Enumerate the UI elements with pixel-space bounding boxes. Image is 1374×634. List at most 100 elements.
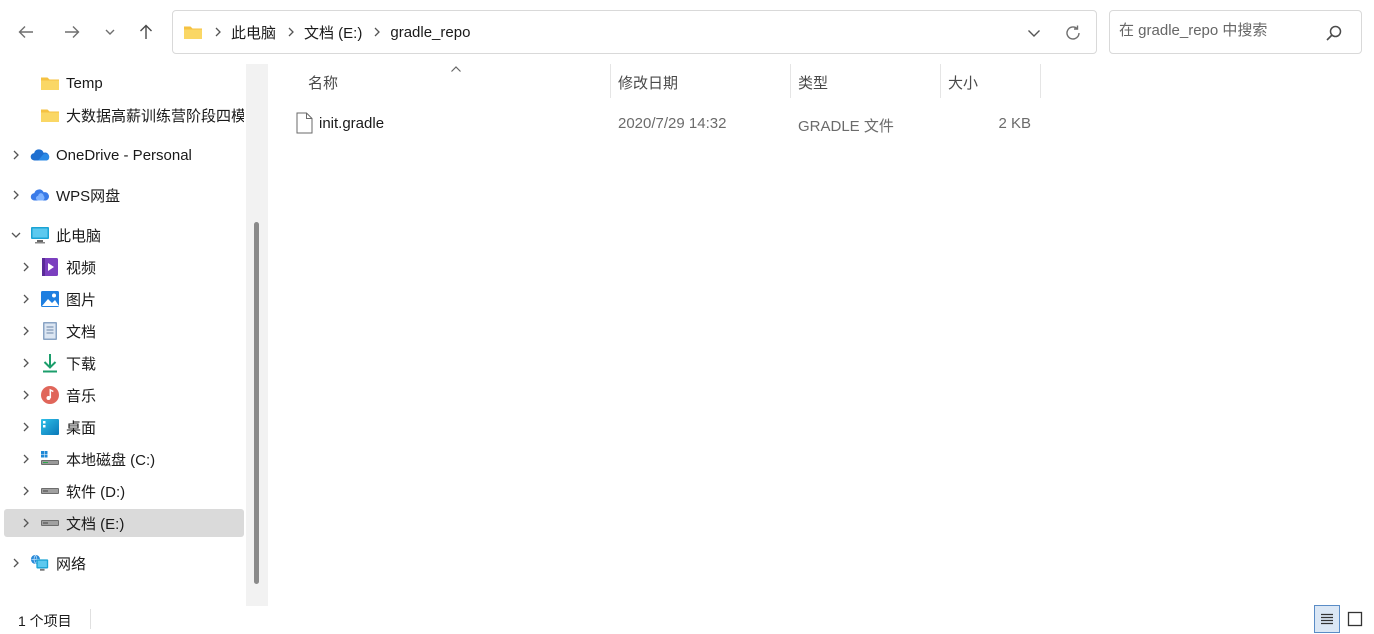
refresh-icon [1066, 25, 1080, 40]
large-icons-view-icon [1347, 611, 1363, 627]
nav-item-label: 视频 [66, 259, 97, 277]
chevron-down-icon[interactable] [9, 228, 23, 242]
nav-item-drive-e[interactable]: 文档 (E:) [4, 509, 244, 537]
file-size: 2 KB [998, 115, 1031, 132]
column-header-size[interactable]: 大小 [948, 72, 978, 93]
videos-icon [40, 257, 60, 277]
breadcrumb-current-folder[interactable]: gradle_repo [390, 24, 470, 41]
chevron-right-icon[interactable] [373, 27, 381, 37]
nav-item-videos[interactable]: 视频 [4, 253, 244, 281]
chevron-right-icon[interactable] [19, 260, 33, 274]
search-input[interactable] [1119, 22, 1319, 39]
file-name: init.gradle [319, 115, 385, 132]
nav-item-label: 下载 [66, 355, 97, 373]
large-icons-view-button[interactable] [1342, 605, 1368, 633]
drive-icon [40, 481, 60, 501]
refresh-button[interactable] [1062, 22, 1084, 44]
nav-item-label: 图片 [66, 291, 97, 309]
nav-item-drive-d[interactable]: 软件 (D:) [4, 477, 244, 505]
nav-scrollbar-thumb[interactable] [254, 222, 259, 584]
nav-item-label: 此电脑 [56, 227, 102, 245]
chevron-right-icon[interactable] [9, 148, 23, 162]
nav-item-label: 网络 [56, 555, 87, 573]
folder-icon [40, 105, 60, 125]
address-bar[interactable]: 此电脑 文档 (E:) gradle_repo [172, 10, 1097, 54]
column-divider[interactable] [940, 64, 941, 98]
folder-icon [184, 26, 202, 39]
breadcrumb-this-pc[interactable]: 此电脑 [231, 22, 276, 43]
status-divider [90, 609, 91, 629]
nav-item-desktop[interactable]: 桌面 [4, 413, 244, 441]
arrow-left-icon [18, 26, 33, 38]
nav-item-wps-cloud[interactable]: WPS网盘 [4, 181, 244, 209]
wps-cloud-icon [30, 185, 50, 205]
file-type: GRADLE 文件 [798, 118, 894, 135]
folder-icon [40, 73, 60, 93]
column-divider[interactable] [1040, 64, 1041, 98]
breadcrumb-drive-e[interactable]: 文档 (E:) [304, 22, 362, 43]
column-header-type[interactable]: 类型 [798, 72, 828, 93]
nav-item-label: 桌面 [66, 419, 97, 437]
nav-item-pictures[interactable]: 图片 [4, 285, 244, 313]
column-header-modified[interactable]: 修改日期 [618, 72, 678, 93]
chevron-right-icon[interactable] [19, 452, 33, 466]
onedrive-icon [30, 145, 50, 165]
nav-item-label: Temp [66, 74, 103, 92]
chevron-right-icon[interactable] [19, 292, 33, 306]
forward-button[interactable] [58, 18, 86, 46]
column-header-name[interactable]: 名称 [308, 72, 338, 93]
chevron-down-icon [105, 29, 115, 35]
column-header-row: 名称 修改日期 类型 大小 [268, 64, 1374, 98]
address-history-dropdown[interactable] [1024, 23, 1044, 43]
download-icon [40, 353, 60, 373]
back-button[interactable] [12, 18, 40, 46]
nav-item-label: 文档 (E:) [66, 515, 125, 533]
column-divider[interactable] [790, 64, 791, 98]
status-item-count: 1 个项目 [18, 613, 72, 629]
nav-item-label: 文档 [66, 323, 97, 341]
chevron-right-icon[interactable] [19, 356, 33, 370]
arrow-up-icon [140, 24, 152, 39]
nav-item-label: WPS网盘 [56, 187, 121, 205]
nav-item-label: OneDrive - Personal [56, 146, 192, 164]
chevron-right-icon[interactable] [19, 324, 33, 338]
music-icon [40, 385, 60, 405]
details-view-icon [1321, 613, 1333, 625]
up-button[interactable] [132, 18, 160, 46]
chevron-right-icon[interactable] [19, 484, 33, 498]
chevron-right-icon[interactable] [19, 420, 33, 434]
search-box[interactable] [1109, 10, 1362, 54]
recent-locations-button[interactable] [96, 18, 124, 46]
nav-item-network[interactable]: 网络 [4, 549, 244, 577]
chevron-right-icon[interactable] [9, 188, 23, 202]
search-icon[interactable] [1325, 24, 1343, 42]
nav-item-downloads[interactable]: 下载 [4, 349, 244, 377]
drive-icon [40, 513, 60, 533]
nav-item-music[interactable]: 音乐 [4, 381, 244, 409]
sort-ascending-icon [451, 66, 461, 72]
system-drive-icon [40, 449, 60, 469]
chevron-right-icon[interactable] [19, 388, 33, 402]
nav-item-label: 软件 (D:) [66, 483, 126, 501]
file-row[interactable]: init.gradle 2020/7/29 14:32 GRADLE 文件 2 … [288, 108, 1048, 140]
documents-icon [40, 321, 60, 341]
details-view-button[interactable] [1314, 605, 1340, 633]
nav-item-documents[interactable]: 文档 [4, 317, 244, 345]
nav-item-label: 大数据高薪训练营阶段四模 [66, 107, 244, 125]
chevron-right-icon [214, 27, 222, 37]
arrow-right-icon [65, 26, 80, 38]
nav-item-onedrive[interactable]: OneDrive - Personal [4, 141, 244, 169]
nav-item-this-pc[interactable]: 此电脑 [4, 221, 244, 249]
nav-item-drive-c[interactable]: 本地磁盘 (C:) [4, 445, 244, 473]
chevron-down-icon [1028, 30, 1040, 37]
computer-icon [30, 225, 50, 245]
chevron-right-icon[interactable] [19, 516, 33, 530]
navigation-pane[interactable]: Temp 大数据高薪训练营阶段四模 OneDrive - Personal WP… [0, 64, 268, 606]
column-divider[interactable] [610, 64, 611, 98]
nav-item-bigdata-folder[interactable]: 大数据高薪训练营阶段四模 [4, 101, 244, 129]
pictures-icon [40, 289, 60, 309]
chevron-right-icon[interactable] [9, 556, 23, 570]
file-modified-date: 2020/7/29 14:32 [618, 115, 727, 132]
nav-item-temp[interactable]: Temp [4, 69, 244, 97]
chevron-right-icon[interactable] [287, 27, 295, 37]
